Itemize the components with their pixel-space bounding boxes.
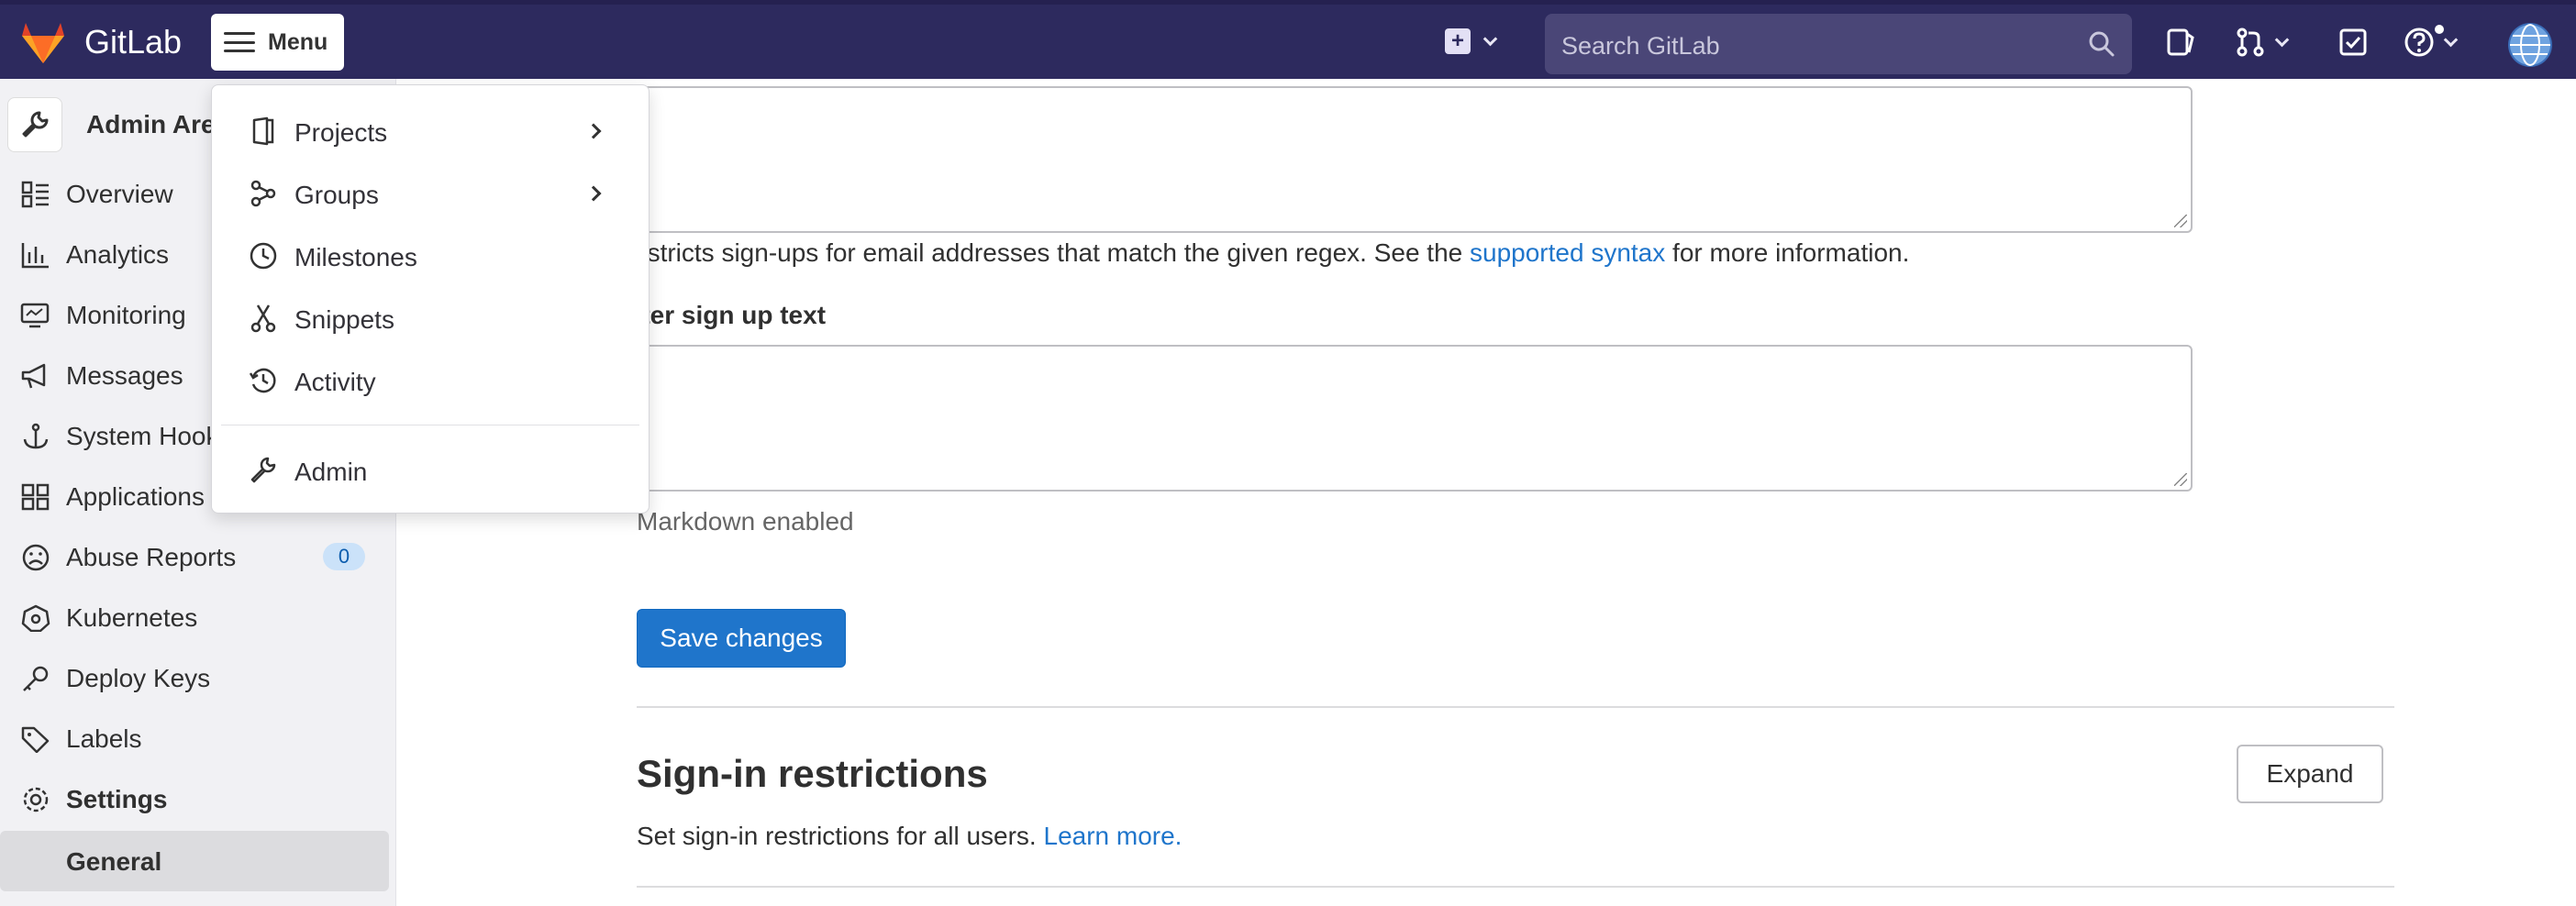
after-signup-textarea[interactable] [633, 345, 2193, 492]
resize-handle-icon[interactable] [2174, 473, 2187, 486]
issues-icon[interactable] [2165, 27, 2196, 58]
sign-in-restrictions-title: Sign-in restrictions [637, 752, 988, 795]
help-icon [2404, 28, 2434, 57]
new-item-dropdown[interactable]: + [1445, 28, 1498, 54]
menu-item-admin[interactable]: Admin [212, 443, 649, 498]
chevron-down-icon [2274, 32, 2290, 47]
sidebar-subitem-label: General [66, 847, 162, 876]
merge-request-icon [2237, 28, 2264, 57]
group-icon [250, 180, 276, 207]
after-signup-text-label: fter sign up text [633, 301, 827, 329]
brand-name[interactable]: GitLab [84, 23, 182, 61]
sidebar-item-label: System Hooks [66, 422, 232, 450]
sidebar-item-label: Labels [66, 724, 142, 753]
search-placeholder: Search GitLab [1561, 32, 1720, 60]
kubernetes-icon [21, 604, 50, 632]
search-icon [2089, 31, 2115, 57]
sidebar-item-label: Deploy Keys [66, 664, 211, 692]
menu-item-label: Admin [294, 458, 368, 486]
sad-face-icon [22, 544, 50, 571]
sidebar-item-label: Kubernetes [66, 603, 198, 632]
markdown-enabled-note: Markdown enabled [637, 507, 854, 536]
top-navbar: GitLab Menu + Search GitLab [0, 0, 2576, 79]
help-text-suffix: for more information. [1665, 238, 1910, 267]
menu-item-milestones[interactable]: Milestones [212, 228, 649, 283]
save-changes-button[interactable]: Save changes [637, 609, 846, 668]
menu-item-activity[interactable]: Activity [212, 353, 649, 408]
sidebar-item-label: Overview [66, 180, 173, 208]
history-icon [249, 368, 276, 393]
plus-square-icon: + [1445, 28, 1471, 54]
applications-icon [21, 483, 50, 511]
section-divider [637, 886, 2394, 888]
section-divider [637, 706, 2394, 708]
anchor-icon [23, 423, 49, 449]
chevron-down-icon [1482, 31, 1498, 46]
settings-icon [23, 787, 49, 812]
notification-dot [2433, 23, 2446, 36]
monitor-icon [20, 303, 50, 328]
abuse-reports-count-badge: 0 [323, 543, 365, 570]
menu-item-groups[interactable]: Groups [212, 166, 649, 221]
todos-icon[interactable] [2337, 27, 2369, 58]
sidebar-item-label: Settings [66, 785, 168, 813]
sign-in-restrictions-description: Set sign-in restrictions for all users. … [637, 822, 1182, 851]
expand-button[interactable]: Expand [2237, 745, 2383, 803]
supported-syntax-link[interactable]: supported syntax [1470, 238, 1665, 267]
menu-item-label: Snippets [294, 305, 394, 334]
menu-button[interactable]: Menu [211, 14, 344, 71]
search-input[interactable]: Search GitLab [1545, 14, 2132, 74]
email-restrictions-help-text: estricts sign-ups for email addresses th… [633, 238, 1909, 268]
sidebar-item-label: Applications [66, 482, 205, 511]
globe-avatar-icon [2510, 24, 2550, 66]
sidebar-context-title: Admin Area [86, 110, 230, 138]
admin-icon [250, 457, 276, 483]
label-icon [21, 726, 50, 753]
menu-item-label: Projects [294, 118, 388, 147]
overview-icon [21, 181, 49, 208]
sidebar-item-abuse-reports[interactable]: Abuse Reports 0 [0, 528, 396, 585]
merge-requests-dropdown[interactable] [2235, 27, 2290, 58]
bullhorn-icon [21, 363, 46, 389]
sidebar-item-kubernetes[interactable]: Kubernetes [0, 589, 396, 646]
clock-icon [250, 242, 277, 270]
sidebar-item-label: Analytics [66, 240, 170, 269]
menu-item-snippets[interactable]: Snippets [212, 291, 649, 346]
chevron-right-icon [585, 185, 602, 202]
chevron-right-icon [585, 123, 602, 139]
menu-item-label: Milestones [294, 243, 417, 271]
section-desc-text: Set sign-in restrictions for all users. [637, 822, 1044, 850]
admin-wrench-icon [7, 97, 62, 152]
learn-more-link[interactable]: Learn more. [1044, 822, 1183, 850]
menu-dropdown: Projects Groups Milestones Snippets Acti… [211, 84, 650, 514]
user-avatar[interactable] [2508, 23, 2552, 67]
help-text-prefix: estricts sign-ups for email addresses th… [633, 238, 1471, 267]
email-restrictions-textarea[interactable] [633, 86, 2193, 233]
gitlab-logo[interactable] [18, 19, 68, 65]
key-icon [23, 666, 49, 691]
chart-icon [21, 243, 49, 269]
menu-item-label: Groups [294, 181, 379, 209]
project-icon [252, 116, 274, 146]
sidebar-item-label: Abuse Reports [66, 543, 237, 571]
menu-item-projects[interactable]: Projects [212, 104, 649, 159]
chevron-down-icon [2443, 32, 2459, 47]
help-dropdown[interactable] [2404, 27, 2459, 58]
sidebar-subitem-general[interactable]: General [0, 831, 389, 891]
sidebar-item-settings[interactable]: Settings [0, 770, 396, 827]
snippet-icon [250, 304, 276, 333]
menu-item-label: Activity [294, 368, 376, 396]
hamburger-icon [224, 32, 255, 52]
sidebar-item-label: Messages [66, 361, 183, 390]
sidebar-item-deploy-keys[interactable]: Deploy Keys [0, 649, 396, 706]
sidebar-item-labels[interactable]: Labels [0, 710, 396, 767]
sidebar-item-label: Monitoring [66, 301, 186, 329]
sidebar-context-header[interactable]: Admin Area [7, 97, 229, 152]
resize-handle-icon[interactable] [2174, 215, 2187, 227]
menu-button-label: Menu [268, 28, 328, 55]
